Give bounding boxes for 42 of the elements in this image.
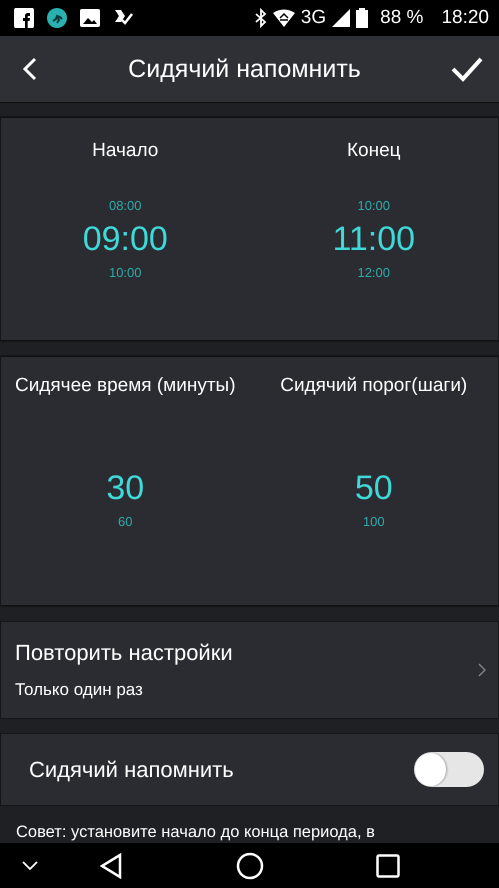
battery-level: 88 %	[380, 7, 424, 29]
home-icon	[236, 852, 264, 880]
chevron-down-icon	[22, 860, 38, 870]
bluetooth-icon	[254, 8, 267, 28]
network-type: 3G	[300, 7, 326, 29]
checkmark-icon	[451, 56, 483, 82]
picker-option[interactable]: 10:00	[108, 265, 142, 280]
column-label: Конец	[346, 139, 401, 163]
signal-icon	[332, 9, 350, 27]
column-label: Сидячее время (минуты)	[14, 374, 236, 398]
clock: 18:20	[441, 7, 489, 29]
home-button[interactable]	[236, 852, 264, 880]
tip-text: Совет: установите начало до конца периода, в	[16, 823, 375, 841]
back-icon	[22, 57, 38, 81]
repeat-settings-row[interactable]: Повторить настройки Только один раз	[1, 622, 498, 718]
recents-button[interactable]	[376, 854, 400, 878]
picker-value[interactable]: 50	[354, 468, 393, 508]
wifi-icon	[272, 9, 295, 27]
column-label: Начало	[92, 139, 158, 163]
chevron-right-icon	[478, 663, 486, 677]
reminder-toggle[interactable]	[414, 752, 484, 787]
collapse-button[interactable]	[22, 860, 38, 870]
picker-value[interactable]: 11:00	[332, 219, 416, 259]
battery-icon	[356, 8, 368, 28]
picker-option[interactable]: 100	[362, 514, 385, 529]
screen-title: Сидячий напомнить	[127, 54, 362, 84]
recents-icon	[376, 854, 400, 878]
column-label: Сидячий порог(шаги)	[280, 374, 468, 398]
setting-value: Только один раз	[15, 680, 144, 700]
picker-option[interactable]: 08:00	[108, 198, 142, 213]
facebook-icon	[14, 8, 34, 28]
setting-label: Сидячий напомнить	[29, 756, 235, 782]
picker-value[interactable]: 30	[106, 468, 144, 508]
picker-option[interactable]: 12:00	[357, 265, 390, 280]
picker-value[interactable]: 09:00	[82, 219, 168, 259]
picker-option[interactable]: 10:00	[357, 198, 390, 213]
back-icon	[100, 852, 122, 878]
picker-option[interactable]: 60	[118, 514, 132, 529]
setting-title: Повторить настройки	[15, 640, 234, 666]
back-button[interactable]	[100, 852, 122, 878]
runner-icon	[47, 8, 67, 28]
image-icon	[80, 9, 100, 27]
